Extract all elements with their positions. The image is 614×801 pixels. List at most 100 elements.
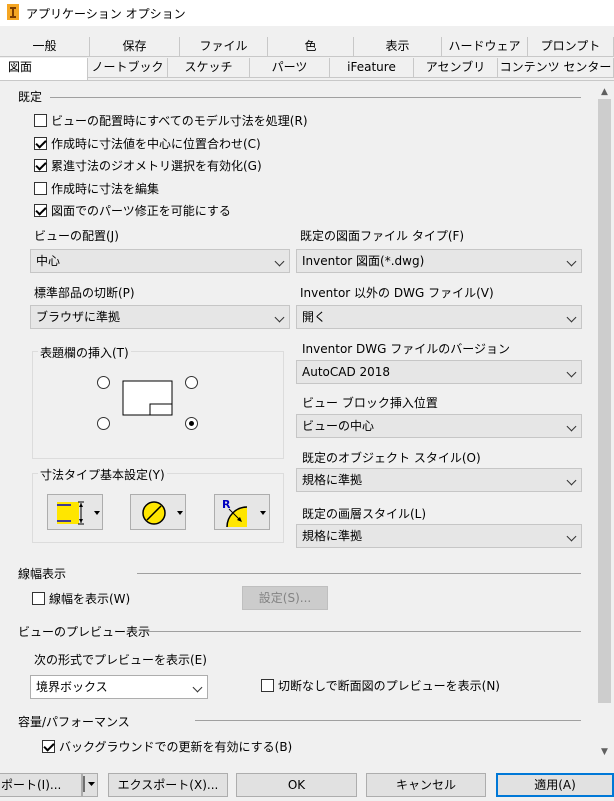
title-block-top-right-radio[interactable] [185,376,198,389]
chevron-down-icon [566,531,577,542]
defaults-section-title: 既定 [18,90,43,104]
title-block-bottom-right-radio[interactable] [185,417,198,430]
checkbox-label: 図面でのパーツ修正を可能にする [51,204,231,218]
tab-ifeature[interactable]: iFeature [330,58,414,78]
cancel-button[interactable]: キャンセル [366,773,486,797]
tab-drawing[interactable]: 図面 [0,58,88,81]
select-value: ブラウザに準拠 [36,310,121,324]
dropdown-arrow-icon [83,776,95,792]
radius-dimension-button[interactable]: R [214,494,270,530]
checkbox-show-lineweight[interactable]: 線幅を表示(W) [32,590,130,608]
preview-mode-label: 次の形式でプレビューを表示(E) [34,653,207,667]
tab-content-center[interactable]: コンテンツ センター [498,58,614,78]
default-drawing-file-type-label: 既定の図面ファイル タイプ(F) [300,229,465,243]
view-block-insertion-select[interactable]: ビューの中心 [296,414,582,438]
import-button[interactable]: ポート(I)... [0,773,82,797]
apply-button[interactable]: 適用(A) [496,773,614,797]
tab-general[interactable]: 一般 [0,37,90,57]
inventor-app-icon [7,4,19,20]
chevron-down-icon [192,682,203,693]
linear-dimension-icon [57,501,100,525]
select-value: 開く [302,310,327,324]
defaults-divider [50,97,581,98]
default-layer-style-select[interactable]: 規格に準拠 [296,524,582,548]
checkbox-box[interactable] [34,114,47,127]
chevron-down-icon [274,312,285,323]
checkbox-label: ビューの配置時にすべてのモデル寸法を処理(R) [51,114,308,128]
lineweight-settings-button[interactable]: 設定(S)... [242,586,328,610]
checkbox-center-dimension-text[interactable]: 作成時に寸法値を中心に位置合わせ(C) [34,135,261,153]
dwg-version-select[interactable]: AutoCAD 2018 [296,360,582,384]
checkbox-label: 作成時に寸法を編集 [51,182,160,196]
select-value: 規格に準拠 [302,529,363,543]
checkbox-label: バックグラウンドでの更新を有効にする(B) [59,740,293,754]
title-block-bottom-left-radio[interactable] [97,417,110,430]
export-button[interactable]: エクスポート(X)... [108,773,228,797]
view-preview-section-title: ビューのプレビュー表示 [18,625,151,639]
select-value: 境界ボックス [36,680,108,694]
diameter-dimension-button[interactable] [130,494,186,530]
chevron-down-icon [566,367,577,378]
view-block-insertion-label: ビュー ブロック挿入位置 [302,396,438,410]
checkbox-label: 切断なしで断面図のプレビューを表示(N) [278,679,500,693]
window-title: アプリケーション オプション [26,7,186,21]
scroll-up-arrow-icon[interactable]: ▲ [597,85,612,99]
checkbox-label: 累進寸法のジオメトリ選択を有効化(G) [51,159,262,173]
default-object-style-select[interactable]: 規格に準拠 [296,468,582,492]
view-preview-divider [145,631,581,632]
chevron-down-icon [566,256,577,267]
checkbox-box[interactable] [32,592,45,605]
select-value: 中心 [36,254,61,268]
checkbox-box[interactable] [261,679,274,692]
select-value: Inventor 図面(*.dwg) [302,254,425,268]
ok-button[interactable]: OK [236,773,357,797]
checkbox-label: 線幅を表示(W) [49,592,131,606]
scroll-thumb[interactable] [598,99,611,703]
chevron-down-icon [566,421,577,432]
tab-sketch[interactable]: スケッチ [168,58,250,78]
tab-hardware[interactable]: ハードウェア [442,37,528,57]
checkbox-process-model-dimensions[interactable]: ビューの配置時にすべてのモデル寸法を処理(R) [34,112,308,130]
checkbox-ordinate-geometry-selection[interactable]: 累進寸法のジオメトリ選択を有効化(G) [34,157,262,175]
checkbox-section-preview-uncut[interactable]: 切断なしで断面図のプレビューを表示(N) [261,677,500,695]
select-value: AutoCAD 2018 [302,365,391,379]
select-value: 規格に準拠 [302,473,363,487]
tab-notebook[interactable]: ノートブック [88,58,168,78]
standard-parts-section-select[interactable]: ブラウザに準拠 [30,305,290,329]
title-block-top-left-radio[interactable] [97,376,110,389]
checkbox-box[interactable] [42,740,55,753]
dwg-version-label: Inventor DWG ファイルのバージョン [302,342,511,356]
checkbox-box[interactable] [34,137,47,150]
non-inventor-dwg-select[interactable]: 開く [296,305,582,329]
linear-dimension-button[interactable] [47,494,103,530]
performance-divider [195,720,581,721]
title-bar: アプリケーション オプション [0,0,614,26]
checkbox-edit-dimension-on-create[interactable]: 作成時に寸法を編集 [34,180,159,198]
scroll-down-arrow-icon[interactable]: ▼ [597,745,612,759]
checkbox-box[interactable] [34,182,47,195]
checkbox-background-update[interactable]: バックグラウンドでの更新を有効にする(B) [42,738,292,756]
chevron-down-icon [274,256,285,267]
tab-prompt[interactable]: プロンプト [528,37,614,57]
tab-parts[interactable]: パーツ [250,58,330,78]
tab-row-2: 図面 ノートブック スケッチ パーツ iFeature アセンブリ コンテンツ … [0,58,614,81]
checkbox-box[interactable] [34,204,47,217]
tab-assembly[interactable]: アセンブリ [414,58,498,78]
lineweight-section-title: 線幅表示 [18,567,67,581]
dimension-type-label: 寸法タイプ基本設定(Y) [38,466,167,483]
default-drawing-file-type-select[interactable]: Inventor 図面(*.dwg) [296,249,582,273]
checkbox-allow-part-modification[interactable]: 図面でのパーツ修正を可能にする [34,202,231,220]
tab-color[interactable]: 色 [268,37,354,57]
tab-save[interactable]: 保存 [90,37,180,57]
checkbox-box[interactable] [34,159,47,172]
tab-file[interactable]: ファイル [180,37,268,57]
tab-display[interactable]: 表示 [354,37,442,57]
title-block-insertion-label: 表題欄の挿入(T) [38,344,131,361]
import-dropdown-button[interactable] [82,773,98,797]
preview-mode-select[interactable]: 境界ボックス [30,675,208,699]
tab-row-1: 一般 保存 ファイル 色 表示 ハードウェア プロンプト [0,37,614,57]
chevron-down-icon [566,312,577,323]
view-placement-select[interactable]: 中心 [30,249,290,273]
diameter-dimension-icon [142,501,183,525]
radius-dimension-icon: R [222,498,266,528]
